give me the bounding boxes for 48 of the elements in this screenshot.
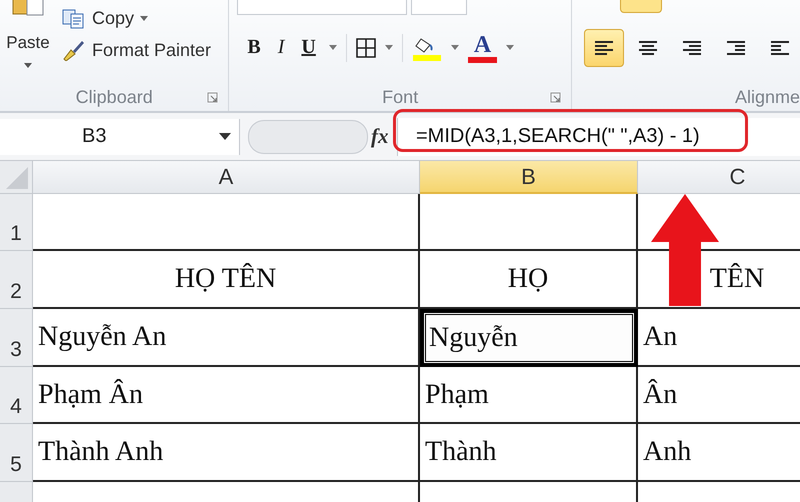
align-center-icon bbox=[637, 40, 659, 56]
table-cell: Thành bbox=[420, 424, 638, 482]
group-label: Font bbox=[382, 86, 418, 108]
copy-icon bbox=[62, 8, 86, 28]
column-header[interactable]: A bbox=[33, 161, 420, 194]
underline-button[interactable]: U bbox=[297, 36, 320, 59]
caret-icon[interactable] bbox=[140, 16, 148, 21]
row-header[interactable]: 2 bbox=[0, 251, 33, 309]
caret-icon[interactable] bbox=[24, 63, 32, 68]
clipboard-icon bbox=[11, 0, 45, 16]
formula-field[interactable]: =MID(A3,1,SEARCH(" ",A3) - 1) bbox=[397, 118, 800, 156]
bold-button[interactable]: B bbox=[243, 36, 265, 59]
align-outdent-icon bbox=[725, 40, 747, 56]
group-label: Alignme bbox=[734, 86, 800, 108]
table-cell: Thành Anh bbox=[33, 424, 420, 482]
table-cell: Phạm Ân bbox=[33, 367, 420, 424]
name-box[interactable]: B3 bbox=[0, 118, 240, 154]
paste-button[interactable]: Paste bbox=[6, 33, 50, 53]
borders-icon[interactable] bbox=[356, 38, 376, 58]
caret-icon[interactable] bbox=[219, 133, 231, 140]
row-header[interactable]: 4 bbox=[0, 367, 33, 424]
row-header[interactable]: 3 bbox=[0, 309, 33, 367]
align-right-icon bbox=[681, 40, 703, 56]
splitter-handle[interactable] bbox=[248, 120, 368, 154]
align-button[interactable] bbox=[584, 28, 624, 66]
table-cell: Nguyễn bbox=[420, 309, 638, 367]
column-header[interactable]: C bbox=[638, 161, 800, 194]
insert-function-button[interactable]: fx bbox=[371, 124, 397, 149]
table-cell: HỌ TÊN bbox=[33, 251, 420, 309]
dialog-launcher-icon[interactable] bbox=[550, 92, 561, 103]
font-name-field[interactable] bbox=[237, 0, 408, 15]
group-label: Clipboard bbox=[76, 86, 153, 108]
font-color-button[interactable]: A bbox=[468, 32, 498, 62]
table-cell: An bbox=[638, 309, 800, 367]
row-header[interactable]: 5 bbox=[0, 424, 33, 482]
align-left-icon bbox=[593, 40, 615, 56]
table-cell: Anh bbox=[638, 424, 800, 482]
row-header[interactable]: 1 bbox=[0, 194, 33, 251]
format-painter-button[interactable]: Format Painter bbox=[92, 40, 212, 60]
font-size-field[interactable] bbox=[411, 0, 468, 15]
dialog-launcher-icon[interactable] bbox=[207, 92, 218, 103]
table-cell: Ân bbox=[638, 367, 800, 424]
copy-button[interactable]: Copy bbox=[92, 8, 134, 29]
column-header[interactable]: B bbox=[420, 161, 638, 194]
paintbrush-icon bbox=[62, 39, 86, 61]
align-indent-icon bbox=[769, 40, 791, 56]
italic-button[interactable]: I bbox=[274, 36, 288, 59]
table-cell: Phạm bbox=[420, 367, 638, 424]
